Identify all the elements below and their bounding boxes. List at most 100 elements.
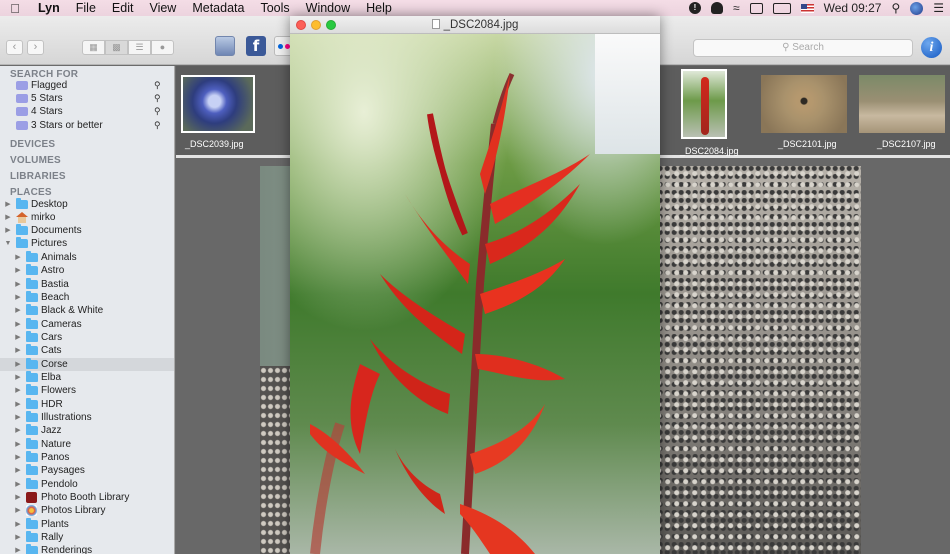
back-button[interactable]: ‹ xyxy=(6,40,23,55)
battery-icon[interactable] xyxy=(772,2,791,14)
disclosure-triangle-icon[interactable]: ▶ xyxy=(14,398,22,411)
folder-item-plants[interactable]: ▶ Plants xyxy=(0,518,174,531)
folder-item-bastia[interactable]: ▶ Bastia xyxy=(0,278,174,291)
disclosure-triangle-icon[interactable]: ▶ xyxy=(14,478,22,491)
smart-item-4-stars[interactable]: 4 Stars ⚲ xyxy=(0,105,174,118)
disclosure-triangle-icon[interactable]: ▶ xyxy=(14,531,22,544)
disclosure-triangle-icon[interactable]: ▶ xyxy=(14,371,22,384)
disclosure-triangle-icon[interactable]: ▶ xyxy=(14,504,22,517)
notification-center-icon[interactable]: ☰ xyxy=(933,1,944,15)
map-view-icon[interactable]: ● xyxy=(151,40,174,55)
folder-item-cameras[interactable]: ▶ Cameras xyxy=(0,318,174,331)
folder-item-renderings[interactable]: ▶ Renderings xyxy=(0,544,174,554)
folder-item-corse[interactable]: ▶ Corse xyxy=(0,358,174,371)
disclosure-triangle-icon[interactable]: ▶ xyxy=(14,491,22,504)
menu-window[interactable]: Window xyxy=(298,1,358,15)
folder-item-cats[interactable]: ▶ Cats xyxy=(0,344,174,357)
thumbnail-dsc2084[interactable] xyxy=(681,69,727,139)
folder-item-black-white[interactable]: ▶ Black & White xyxy=(0,304,174,317)
zoom-button[interactable] xyxy=(326,20,336,30)
disclosure-triangle-icon[interactable]: ▶ xyxy=(14,451,22,464)
menu-app-lyn[interactable]: Lyn xyxy=(30,1,68,15)
place-item-documents[interactable]: ▶ Documents xyxy=(0,224,174,237)
info-button[interactable]: i xyxy=(921,37,942,58)
folder-item-panos[interactable]: ▶ Panos xyxy=(0,451,174,464)
disclosure-triangle-icon[interactable]: ▶ xyxy=(14,544,22,554)
folder-item-pendolo[interactable]: ▶ Pendolo xyxy=(0,478,174,491)
disclosure-triangle-icon[interactable]: ▶ xyxy=(14,331,22,344)
disclosure-triangle-icon[interactable]: ▶ xyxy=(14,411,22,424)
folder-item-photo-booth-library[interactable]: ▶ Photo Booth Library xyxy=(0,491,174,504)
disclosure-triangle-icon[interactable]: ▶ xyxy=(14,278,22,291)
minimize-button[interactable] xyxy=(311,20,321,30)
disclosure-triangle-icon[interactable]: ▶ xyxy=(14,264,22,277)
disclosure-triangle-icon[interactable]: ▶ xyxy=(14,438,22,451)
disclosure-triangle-icon[interactable]: ▶ xyxy=(14,384,22,397)
folder-item-animals[interactable]: ▶ Animals xyxy=(0,251,174,264)
section-devices[interactable]: DEVICES xyxy=(10,139,55,150)
place-item-desktop[interactable]: ▶ Desktop xyxy=(0,198,174,211)
folder-item-jazz[interactable]: ▶ Jazz xyxy=(0,424,174,437)
place-item-pictures[interactable]: ▼ Pictures xyxy=(0,237,174,250)
disclosure-triangle-icon[interactable]: ▶ xyxy=(14,518,22,531)
section-volumes[interactable]: VOLUMES xyxy=(10,155,61,166)
input-source-flag-icon[interactable] xyxy=(800,3,814,13)
thumbnail-dsc2107[interactable] xyxy=(859,75,945,133)
wifi-icon[interactable]: ≈ xyxy=(733,1,740,15)
disclosure-triangle-icon[interactable]: ▶ xyxy=(14,358,22,371)
airplay-icon[interactable] xyxy=(749,2,763,14)
folder-item-hdr[interactable]: ▶ HDR xyxy=(0,398,174,411)
section-places[interactable]: PLACES xyxy=(10,187,52,198)
folder-item-nature[interactable]: ▶ Nature xyxy=(0,438,174,451)
disclosure-triangle-icon[interactable]: ▶ xyxy=(14,464,22,477)
thumbnail-dsc2039[interactable] xyxy=(181,75,255,133)
place-item-mirko[interactable]: ▶ mirko xyxy=(0,211,174,224)
folder-item-illustrations[interactable]: ▶ Illustrations xyxy=(0,411,174,424)
folder-item-photos-library[interactable]: ▶ Photos Library xyxy=(0,504,174,517)
folder-item-astro[interactable]: ▶ Astro xyxy=(0,264,174,277)
forward-button[interactable]: › xyxy=(27,40,44,55)
siri-icon[interactable] xyxy=(910,1,924,15)
menu-tools[interactable]: Tools xyxy=(252,1,297,15)
section-libraries[interactable]: LIBRARIES xyxy=(10,171,66,182)
folder-item-flowers[interactable]: ▶ Flowers xyxy=(0,384,174,397)
spotlight-icon[interactable]: ⚲ xyxy=(891,1,900,15)
disclosure-triangle-icon[interactable]: ▶ xyxy=(14,251,22,264)
disclosure-triangle-icon[interactable]: ▶ xyxy=(14,318,22,331)
folder-item-beach[interactable]: ▶ Beach xyxy=(0,291,174,304)
thumbnail-dsc2101[interactable] xyxy=(761,75,847,133)
disclosure-triangle-icon[interactable]: ▶ xyxy=(14,304,22,317)
facebook-icon[interactable]: f xyxy=(246,36,266,56)
disclosure-triangle-icon[interactable]: ▶ xyxy=(14,424,22,437)
disclosure-triangle-icon[interactable]: ▶ xyxy=(14,344,22,357)
menu-view[interactable]: View xyxy=(141,1,184,15)
grid-view-icon[interactable]: ▦ xyxy=(82,40,105,55)
folder-item-elba[interactable]: ▶ Elba xyxy=(0,371,174,384)
menu-metadata[interactable]: Metadata xyxy=(184,1,252,15)
cloud-icon[interactable] xyxy=(711,2,724,14)
disclosure-triangle-icon[interactable]: ▶ xyxy=(14,291,22,304)
clock[interactable]: Wed 09:27 xyxy=(824,1,882,15)
apple-menu-icon[interactable]:  xyxy=(0,1,30,16)
disclosure-triangle-icon[interactable]: ▶ xyxy=(4,224,12,237)
quicklook-titlebar[interactable]: _DSC2084.jpg xyxy=(290,16,660,34)
share-photo-icon[interactable] xyxy=(215,36,235,56)
disclosure-triangle-open-icon[interactable]: ▼ xyxy=(4,237,12,250)
close-button[interactable] xyxy=(296,20,306,30)
menu-help[interactable]: Help xyxy=(358,1,400,15)
list-view-icon[interactable]: ☰ xyxy=(128,40,151,55)
menu-file[interactable]: File xyxy=(68,1,104,15)
disclosure-triangle-icon[interactable]: ▶ xyxy=(4,211,12,224)
filmstrip-view-icon[interactable]: ▩ xyxy=(105,40,128,55)
smart-item-3-stars[interactable]: 3 Stars or better ⚲ xyxy=(0,119,174,132)
folder-item-rally[interactable]: ▶ Rally xyxy=(0,531,174,544)
search-field[interactable]: ⚲ Search xyxy=(693,39,913,57)
folder-item-cars[interactable]: ▶ Cars xyxy=(0,331,174,344)
quicklook-photo[interactable] xyxy=(290,34,660,554)
folder-item-paysages[interactable]: ▶ Paysages xyxy=(0,464,174,477)
menu-edit[interactable]: Edit xyxy=(104,1,142,15)
smart-item-5-stars[interactable]: 5 Stars ⚲ xyxy=(0,92,174,105)
disclosure-triangle-icon[interactable]: ▶ xyxy=(4,198,12,211)
info-status-icon[interactable]: ! xyxy=(689,2,702,14)
smart-item-flagged[interactable]: Flagged ⚲ xyxy=(0,79,174,92)
